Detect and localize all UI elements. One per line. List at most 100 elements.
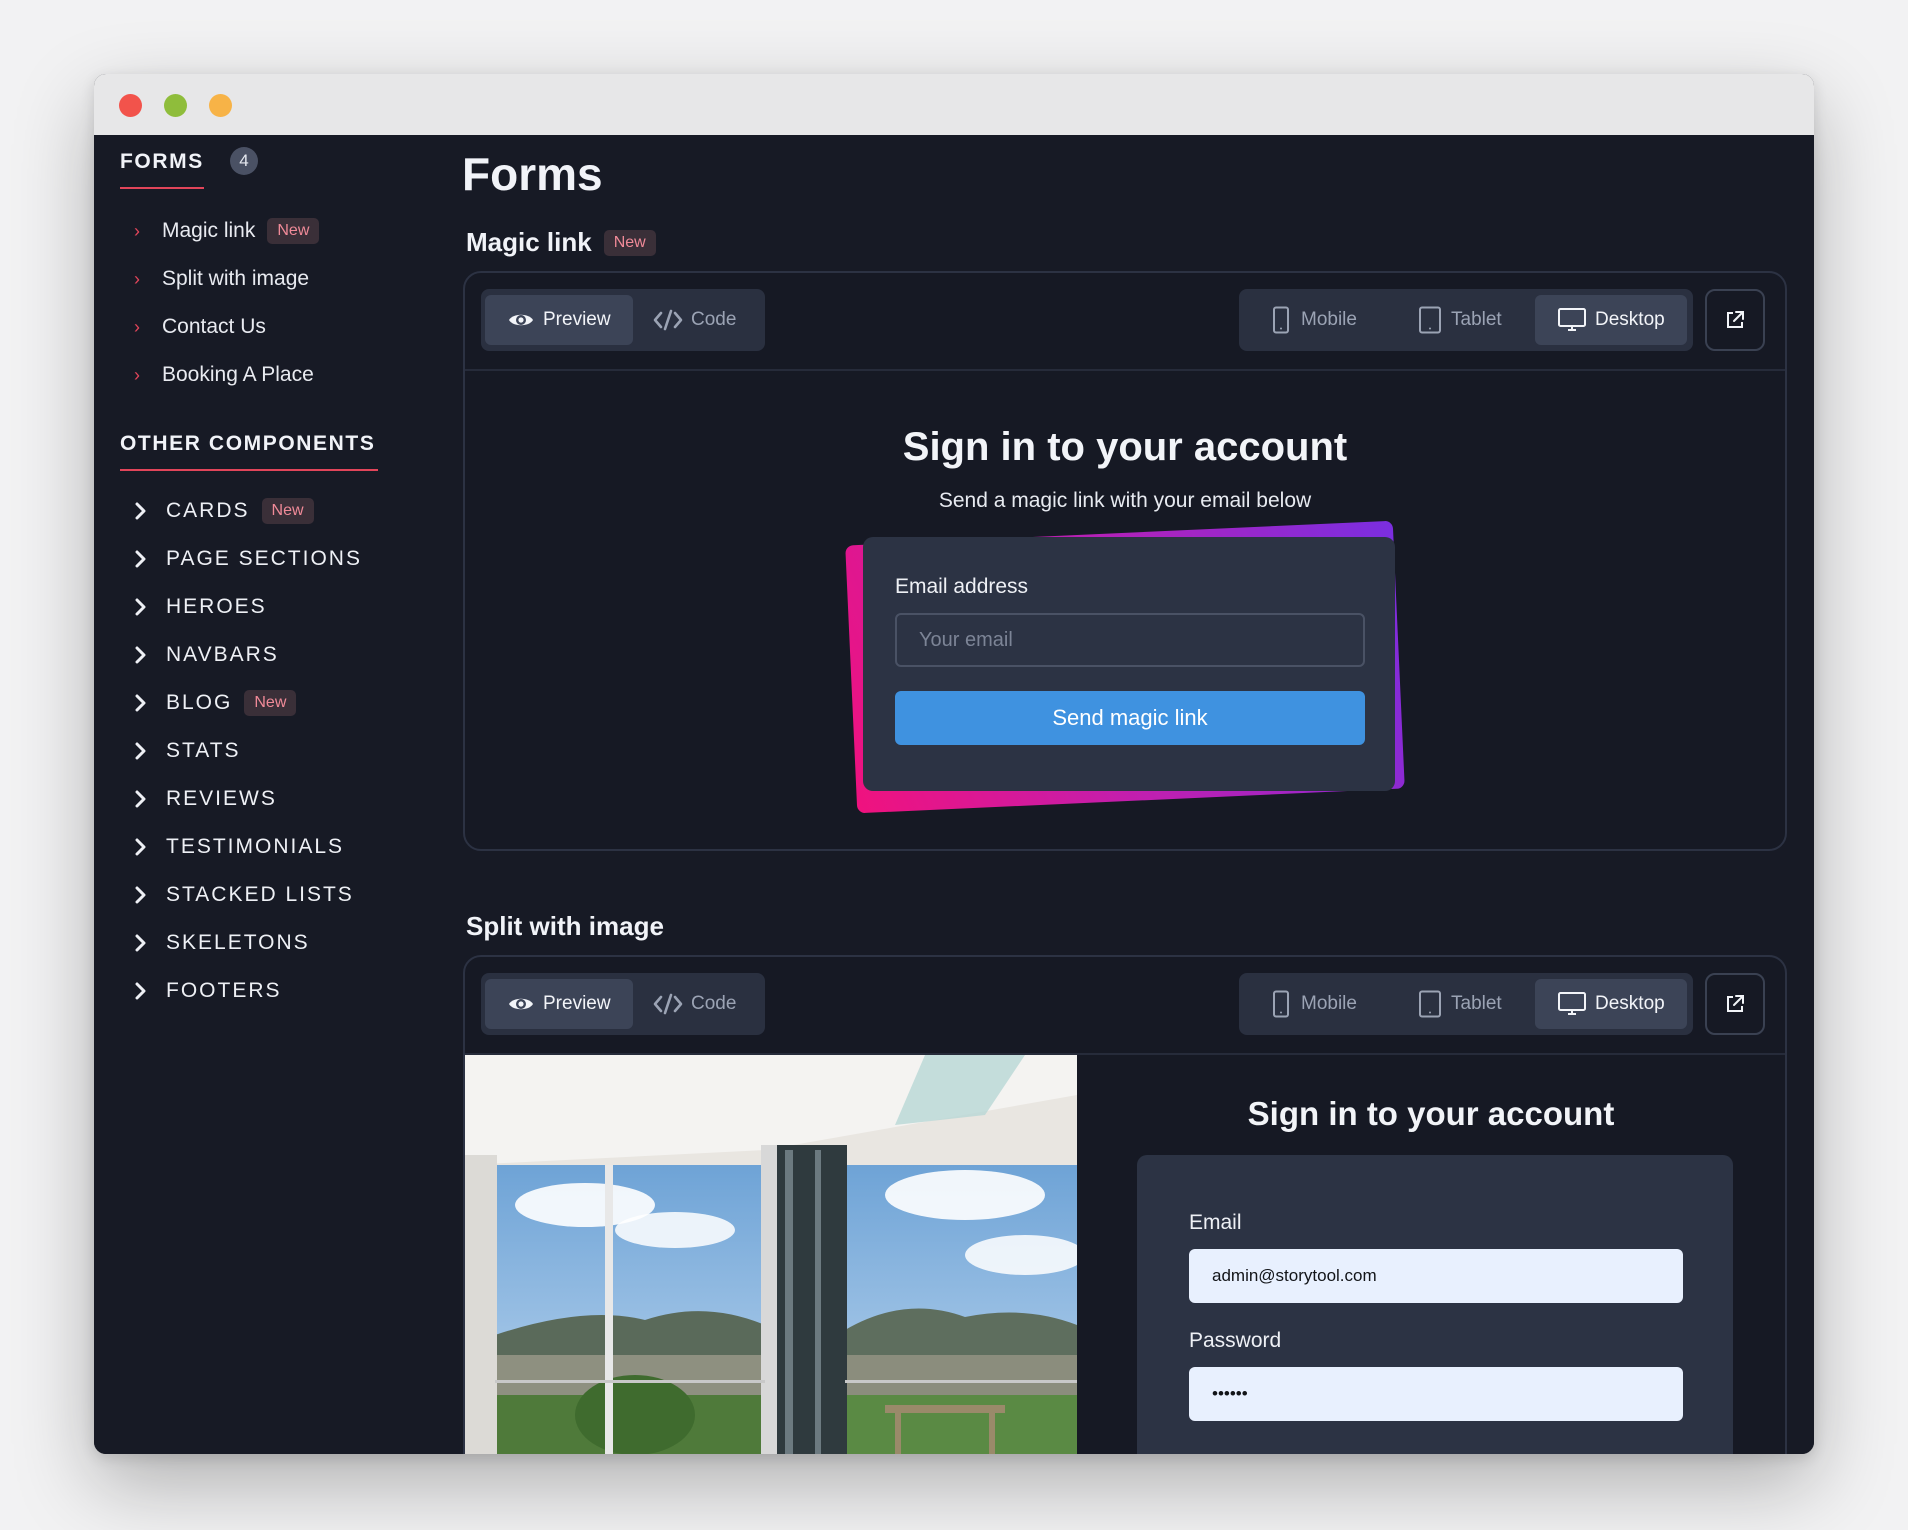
sidebar-item-blog[interactable]: BLOG New [134,687,297,719]
code-icon [653,993,683,1015]
sidebar-item-label: SKELETONS [166,931,310,954]
sidebar-item-label: BLOG [166,691,233,714]
sidebar-item-footers[interactable]: FOOTERS [134,975,282,1007]
split-form-area: Sign in to your account Email admin@stor… [1077,1055,1785,1454]
device-toggle: Mobile Tablet Desktop [1239,973,1693,1035]
tablet-tab[interactable]: Tablet [1395,295,1535,345]
split-form-title: Sign in to your account [1247,1095,1615,1132]
sidebar-item-label: Split with image [162,267,310,290]
external-link-icon [1727,995,1744,1012]
new-badge: New [603,229,656,256]
view-mode-toggle: Preview Code [481,289,765,351]
mobile-label: Mobile [1301,993,1357,1014]
desktop-tab[interactable]: Desktop [1535,295,1687,345]
email-input[interactable]: Your email [895,613,1365,667]
email-address-label: Email address [895,575,1029,598]
email-input[interactable]: admin@storytool.com [1189,1249,1683,1303]
chevron-right-icon [134,502,166,520]
chevron-right-icon [134,694,166,712]
desktop-label: Desktop [1595,993,1665,1014]
magic-link-form-subtitle: Send a magic link with your email below [938,489,1312,512]
panel-divider [465,369,1785,371]
sidebar-item-label: Booking A Place [162,363,314,386]
sidebar: FORMS 4 › Magic link New › Split with im… [94,135,454,1454]
chevron-right-icon [134,598,166,616]
sidebar-item-label: NAVBARS [166,643,279,666]
preview-tab[interactable]: Preview [485,979,633,1029]
send-magic-link-button[interactable]: Send magic link [895,691,1365,745]
new-badge: New [244,690,297,716]
preview-tab[interactable]: Preview [485,295,633,345]
sidebar-item-magic-link[interactable]: › Magic link New [134,216,320,246]
section-title: Magic link [466,227,592,257]
app-window: FORMS 4 › Magic link New › Split with im… [94,74,1814,1454]
chevron-right-icon [134,886,166,904]
code-icon [653,309,683,331]
forms-count-badge: 4 [230,147,258,175]
sidebar-item-label: Magic link [162,219,256,242]
sidebar-item-label: PAGE SECTIONS [166,547,362,570]
minimize-window-button[interactable] [209,94,232,117]
code-label: Code [691,993,737,1014]
tablet-tab[interactable]: Tablet [1395,979,1535,1029]
split-form-image [465,1055,1077,1454]
mobile-icon [1273,990,1289,1018]
open-in-new-window-button[interactable] [1705,973,1765,1035]
new-badge: New [267,218,320,244]
chevron-right-icon: › [134,220,140,241]
eye-icon [509,998,533,1010]
mobile-tab[interactable]: Mobile [1247,295,1387,345]
other-title-underline [120,469,378,471]
close-window-button[interactable] [119,94,142,117]
tablet-label: Tablet [1451,993,1502,1014]
chevron-right-icon [134,982,166,1000]
magic-link-form-title: Sign in to your account [902,425,1348,469]
mobile-label: Mobile [1301,309,1357,330]
preview-label: Preview [543,309,611,330]
sidebar-item-label: STACKED LISTS [166,883,354,906]
sidebar-forms-title: FORMS [120,150,204,173]
sidebar-item-stacked-lists[interactable]: STACKED LISTS [134,879,354,911]
app-content: FORMS 4 › Magic link New › Split with im… [94,135,1814,1454]
magic-link-panel: Preview Code Mobile Tablet Desktop Sign … [463,271,1787,851]
code-tab[interactable]: Code [641,979,761,1029]
section-title: Split with image [466,911,664,941]
sidebar-item-label: REVIEWS [166,787,277,810]
chevron-right-icon: › [134,268,140,289]
sidebar-item-label: Contact Us [162,315,266,338]
split-with-image-panel: Preview Code Mobile Tablet Desktop Sign … [463,955,1787,1454]
sidebar-item-page-sections[interactable]: PAGE SECTIONS [134,543,362,575]
sidebar-item-label: TESTIMONIALS [166,835,345,858]
title-bar [94,74,1814,135]
sidebar-item-contact-us[interactable]: › Contact Us [134,312,266,342]
sidebar-item-stats[interactable]: STATS [134,735,241,767]
password-label: Password [1189,1329,1282,1352]
maximize-window-button[interactable] [164,94,187,117]
sidebar-item-split-with-image[interactable]: › Split with image [134,264,309,294]
mobile-tab[interactable]: Mobile [1247,979,1387,1029]
page-title: Forms [462,148,603,200]
section-heading-magic-link: Magic link New [466,227,656,258]
sidebar-item-label: HEROES [166,595,267,618]
sidebar-item-booking-a-place[interactable]: › Booking A Place [134,360,314,390]
chevron-right-icon [134,646,166,664]
chevron-right-icon: › [134,364,140,385]
preview-label: Preview [543,993,611,1014]
magic-link-form-card: Email address Your email Send magic link [863,537,1395,791]
sidebar-item-reviews[interactable]: REVIEWS [134,783,277,815]
mobile-icon [1273,306,1289,334]
chevron-right-icon [134,742,166,760]
password-input[interactable]: •••••• [1189,1367,1683,1421]
sidebar-item-testimonials[interactable]: TESTIMONIALS [134,831,344,863]
tablet-icon [1419,306,1441,334]
open-in-new-window-button[interactable] [1705,289,1765,351]
sidebar-item-cards[interactable]: CARDS New [134,495,314,527]
eye-icon [509,314,533,326]
sidebar-item-navbars[interactable]: NAVBARS [134,639,279,671]
sidebar-item-heroes[interactable]: HEROES [134,591,267,623]
email-label: Email [1189,1211,1242,1234]
desktop-tab[interactable]: Desktop [1535,979,1687,1029]
sidebar-item-skeletons[interactable]: SKELETONS [134,927,310,959]
external-link-icon [1727,311,1744,328]
code-tab[interactable]: Code [641,295,761,345]
